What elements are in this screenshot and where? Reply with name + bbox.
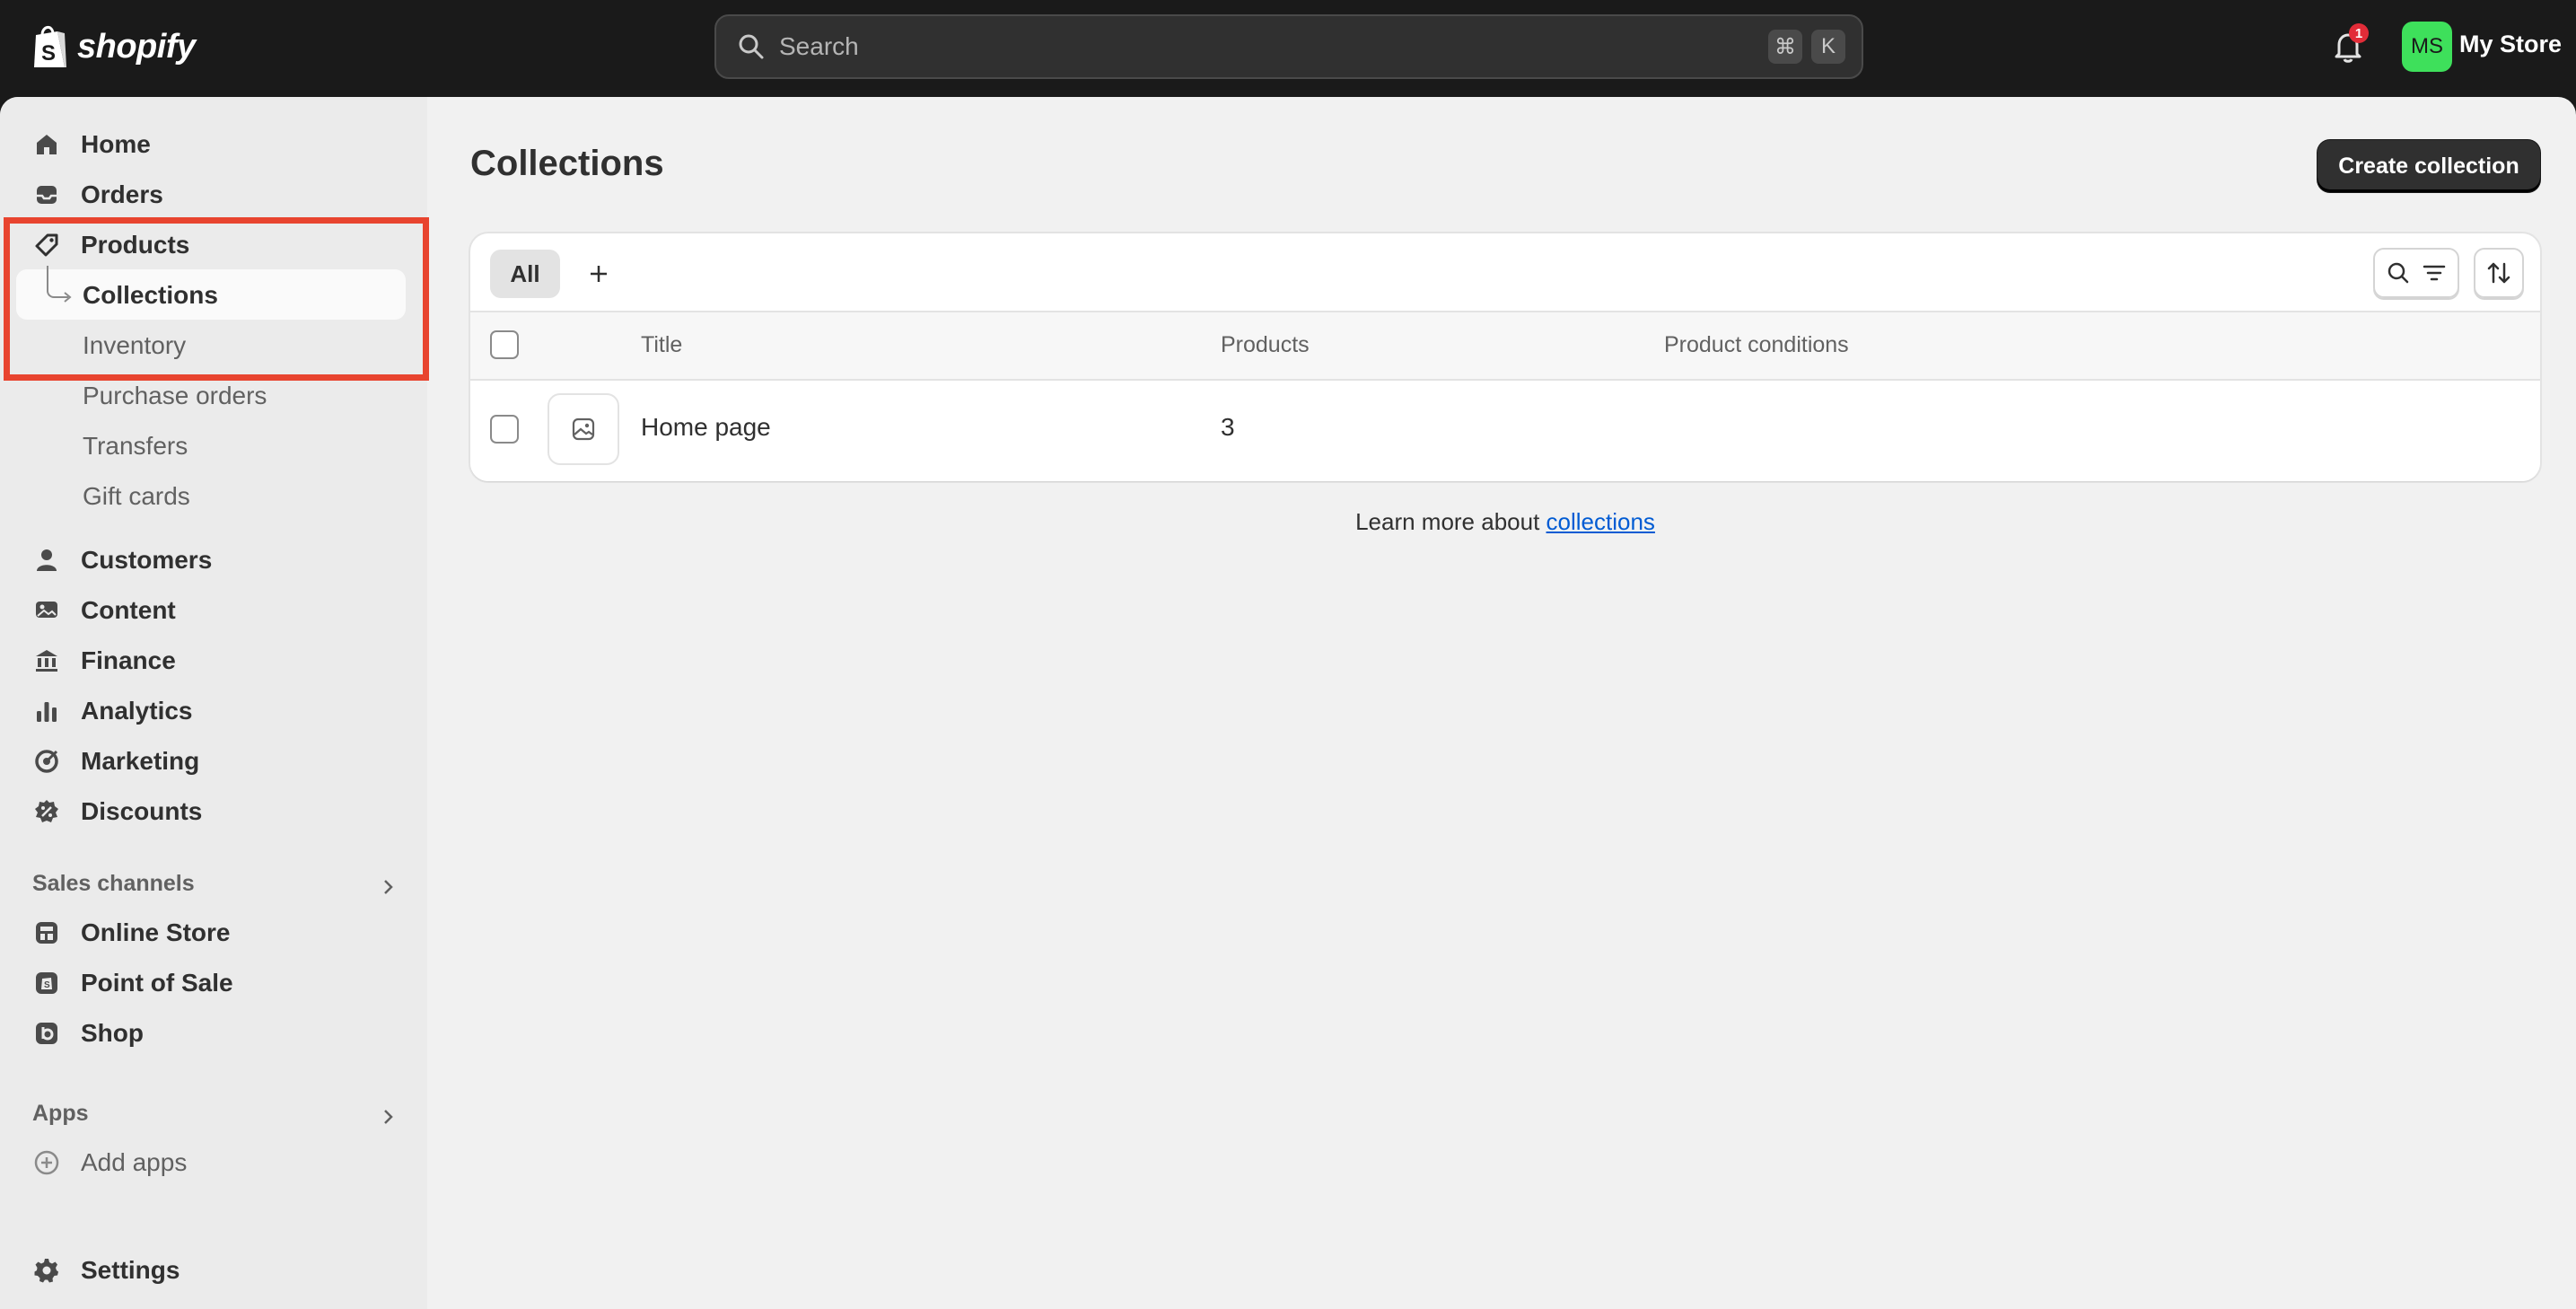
table-row[interactable]: Home page 3 [470, 381, 2540, 481]
plus-icon [591, 266, 607, 282]
svg-text:S: S [41, 41, 56, 66]
learn-more: Learn more about collections [427, 508, 2576, 536]
sidebar-item-label: Add apps [81, 1148, 188, 1176]
create-collection-button[interactable]: Create collection [2318, 140, 2540, 192]
sidebar-item-label: Content [81, 596, 176, 624]
column-header-products[interactable]: Products [1221, 332, 1310, 358]
sidebar-item-add-apps[interactable]: Add apps [32, 1140, 187, 1185]
sidebar-item-label: Gift cards [83, 482, 190, 510]
sidebar-item-label: Settings [81, 1256, 180, 1284]
sidebar-item-label: Finance [81, 646, 176, 674]
logo-wordmark: shopify [77, 27, 196, 66]
chevron-right-icon[interactable] [377, 876, 399, 898]
row-checkbox[interactable] [490, 415, 519, 444]
sidebar-item-label: Analytics [81, 697, 193, 725]
sidebar: Home Orders Products Collections Invento… [0, 97, 429, 1309]
sidebar-item-settings[interactable]: Settings [32, 1248, 180, 1293]
shop-icon [36, 1023, 57, 1044]
sidebar-item-marketing[interactable]: Marketing [32, 739, 199, 784]
sidebar-item-label: Transfers [83, 432, 188, 460]
sidebar-item-label: Home [81, 130, 151, 158]
image-placeholder-icon [572, 417, 595, 441]
sidebar-item-transfers[interactable]: Transfers [83, 424, 188, 469]
table-header: Title Products Product conditions [470, 312, 2540, 381]
sidebar-item-finance[interactable]: Finance [32, 638, 176, 683]
sidebar-item-discounts[interactable]: Discounts [32, 789, 202, 834]
search-input[interactable]: Search ⌘ K [714, 14, 1863, 79]
page-title: Collections [470, 144, 664, 183]
shortcut-key-k: K [1811, 30, 1845, 64]
apps-heading: Apps [32, 1101, 89, 1126]
column-header-product-conditions[interactable]: Product conditions [1664, 332, 1849, 358]
sidebar-item-analytics[interactable]: Analytics [32, 689, 193, 734]
person-icon [37, 549, 57, 571]
home-icon [37, 135, 57, 154]
sidebar-item-point-of-sale[interactable]: S Point of Sale [32, 961, 233, 1006]
chevron-right-icon[interactable] [377, 1106, 399, 1128]
app-shell: Home Orders Products Collections Invento… [0, 97, 2576, 1309]
discount-icon [35, 800, 58, 822]
chart-icon [37, 702, 57, 722]
shortcut-key-cmd: ⌘ [1768, 30, 1802, 64]
sidebar-item-shop[interactable]: Shop [32, 1011, 144, 1056]
highlight-box [4, 217, 429, 381]
sidebar-item-online-store[interactable]: Online Store [32, 910, 230, 955]
sidebar-item-orders[interactable]: Orders [32, 172, 163, 217]
sidebar-item-label: Point of Sale [81, 969, 233, 997]
store-icon [36, 922, 57, 944]
main-content: Collections Create collection All Title [427, 97, 2576, 1309]
column-header-title[interactable]: Title [641, 332, 682, 358]
plus-circle-icon [34, 1150, 59, 1175]
learn-more-text: Learn more about [1355, 508, 1546, 535]
sidebar-item-content[interactable]: Content [32, 588, 176, 633]
sidebar-item-label: Purchase orders [83, 382, 267, 409]
search-icon [739, 34, 764, 59]
sidebar-item-gift-cards[interactable]: Gift cards [83, 474, 190, 519]
top-bar: S shopify Search ⌘ K 1 MS My Store [0, 0, 2576, 97]
notification-badge: 1 [2349, 23, 2369, 43]
collection-product-count: 3 [1221, 413, 1235, 441]
add-view-button[interactable] [578, 253, 619, 294]
collection-title[interactable]: Home page [641, 413, 771, 442]
avatar[interactable]: MS [2402, 22, 2452, 72]
collections-help-link[interactable]: collections [1546, 508, 1655, 535]
shopify-logo[interactable]: S shopify [31, 20, 196, 74]
sales-channels-heading: Sales channels [32, 871, 195, 896]
svg-text:S: S [44, 980, 50, 990]
sidebar-item-customers[interactable]: Customers [32, 538, 212, 583]
sort-icon [2487, 262, 2510, 284]
filter-icon [2423, 265, 2446, 281]
search-filter-button[interactable] [2373, 248, 2459, 298]
sort-button[interactable] [2474, 248, 2524, 298]
shopify-bag-icon: S [34, 26, 66, 67]
select-all-checkbox[interactable] [490, 330, 519, 359]
collection-thumbnail [548, 393, 619, 465]
search-icon [2388, 262, 2409, 284]
sidebar-item-label: Orders [81, 180, 163, 208]
sidebar-item-label: Marketing [81, 747, 200, 775]
sidebar-item-label: Discounts [81, 797, 203, 825]
sidebar-item-label: Shop [81, 1019, 144, 1047]
store-name[interactable]: My Store [2459, 31, 2562, 58]
sidebar-item-label: Customers [81, 546, 213, 574]
bank-icon [36, 650, 57, 672]
inbox-icon [37, 186, 57, 204]
gear-icon [34, 1259, 58, 1283]
content-icon [36, 602, 57, 618]
collections-card: All Title Products Product conditions Ho… [470, 233, 2540, 481]
view-tabs: All [470, 233, 2540, 312]
search-placeholder: Search [779, 32, 859, 60]
pos-icon: S [36, 972, 57, 994]
sidebar-item-home[interactable]: Home [32, 122, 151, 167]
target-icon [35, 750, 58, 773]
tab-all[interactable]: All [490, 250, 560, 298]
sidebar-item-label: Online Store [81, 918, 231, 946]
